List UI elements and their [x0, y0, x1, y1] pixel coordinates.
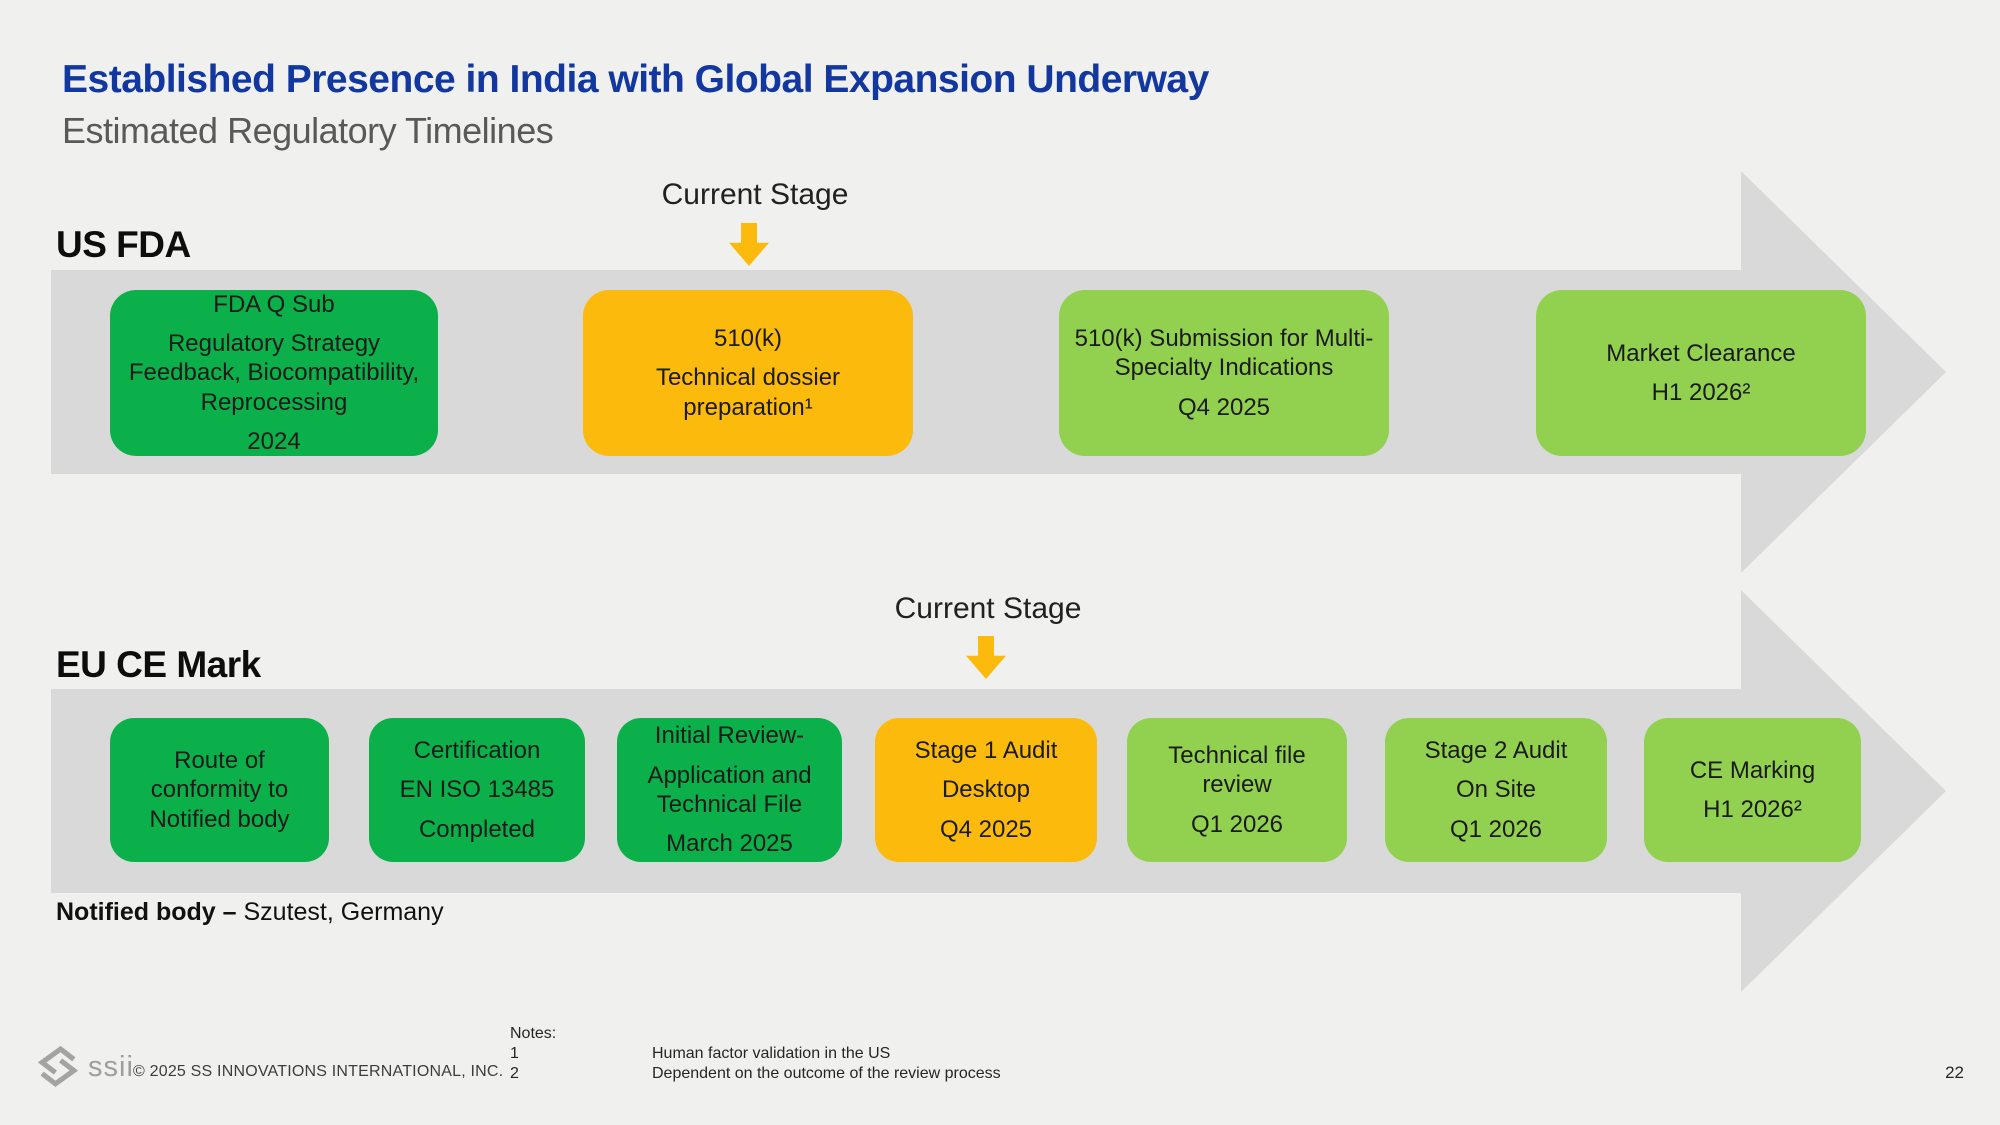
stage-eu-initial-review: Initial Review- Application and Technica…	[617, 718, 842, 862]
copyright-text: © 2025 SS INNOVATIONS INTERNATIONAL, INC…	[133, 1063, 503, 1081]
section-heading-us-fda: US FDA	[56, 224, 191, 266]
stage-line: EN ISO 13485	[400, 775, 555, 804]
stage-line: H1 2026²	[1703, 795, 1802, 824]
current-stage-arrow-icon-eu	[966, 636, 1006, 679]
page-title: Established Presence in India with Globa…	[62, 58, 1209, 102]
stage-us-market-clearance: Market Clearance H1 2026²	[1536, 290, 1866, 456]
notes-block: Notes: 1 Human factor validation in the …	[510, 1024, 1001, 1084]
stage-us-510k-dossier: 510(k) Technical dossier preparation¹	[583, 290, 913, 456]
stage-eu-route-conformity: Route of conformity to Notified body	[110, 718, 329, 862]
stage-line: Technical dossier preparation¹	[595, 363, 901, 422]
stage-line: Desktop	[942, 775, 1030, 804]
stage-eu-technical-file-review: Technical file review Q1 2026	[1127, 718, 1347, 862]
stage-line: 2024	[247, 427, 300, 456]
stage-us-fda-qsub: FDA Q Sub Regulatory Strategy Feedback, …	[110, 290, 438, 456]
stage-eu-certification: Certification EN ISO 13485 Completed	[369, 718, 585, 862]
note-text: Dependent on the outcome of the review p…	[652, 1064, 1001, 1084]
stage-line: Market Clearance	[1606, 339, 1795, 368]
stage-eu-stage2-audit: Stage 2 Audit On Site Q1 2026	[1385, 718, 1607, 862]
ssii-logo-text: ssii	[88, 1051, 134, 1084]
page-number: 22	[1945, 1063, 1964, 1083]
stage-line: On Site	[1456, 775, 1536, 804]
page-subtitle: Estimated Regulatory Timelines	[62, 110, 1209, 152]
stage-line: Completed	[419, 815, 535, 844]
section-heading-eu-ce: EU CE Mark	[56, 644, 261, 686]
stage-line: CE Marking	[1690, 756, 1815, 785]
current-stage-label-us: Current Stage	[605, 178, 905, 212]
note-text: Human factor validation in the US	[652, 1044, 890, 1064]
stage-line: FDA Q Sub	[213, 290, 334, 319]
stage-line: Q1 2026	[1191, 810, 1283, 839]
stage-line: Q4 2025	[940, 815, 1032, 844]
stage-line: Regulatory Strategy Feedback, Biocompati…	[122, 329, 426, 417]
stage-line: Certification	[414, 736, 541, 765]
ssii-logo-icon	[35, 1042, 81, 1092]
stage-line: March 2025	[666, 829, 793, 858]
ssii-logo: ssii	[35, 1042, 134, 1092]
current-stage-label-eu: Current Stage	[838, 592, 1138, 626]
stage-line: Route of conformity to Notified body	[122, 746, 317, 834]
note-number: 1	[510, 1044, 652, 1064]
note-number: 2	[510, 1064, 652, 1084]
notified-body-line: Notified body – Szutest, Germany	[56, 898, 444, 927]
notified-body-label: Notified body –	[56, 898, 244, 926]
stage-eu-stage1-audit: Stage 1 Audit Desktop Q4 2025	[875, 718, 1097, 862]
slide: Established Presence in India with Globa…	[0, 0, 2000, 1125]
note-row: 1 Human factor validation in the US	[510, 1044, 1001, 1064]
title-block: Established Presence in India with Globa…	[62, 58, 1209, 152]
stage-line: 510(k) Submission for Multi-Specialty In…	[1071, 324, 1377, 383]
stage-line: H1 2026²	[1652, 378, 1751, 407]
stage-line: Q4 2025	[1178, 393, 1270, 422]
stage-line: Q1 2026	[1450, 815, 1542, 844]
stage-line: Application and Technical File	[629, 761, 830, 820]
stage-us-510k-submission: 510(k) Submission for Multi-Specialty In…	[1059, 290, 1389, 456]
current-stage-arrow-icon-us	[729, 223, 769, 266]
notes-label: Notes:	[510, 1024, 1001, 1044]
stage-line: Stage 2 Audit	[1425, 736, 1568, 765]
stage-line: Initial Review-	[655, 721, 804, 750]
note-row: 2 Dependent on the outcome of the review…	[510, 1064, 1001, 1084]
stage-line: 510(k)	[714, 324, 782, 353]
notified-body-value: Szutest, Germany	[244, 898, 444, 926]
stage-line: Technical file review	[1139, 741, 1335, 800]
stage-eu-ce-marking: CE Marking H1 2026²	[1644, 718, 1861, 862]
stage-line: Stage 1 Audit	[915, 736, 1058, 765]
